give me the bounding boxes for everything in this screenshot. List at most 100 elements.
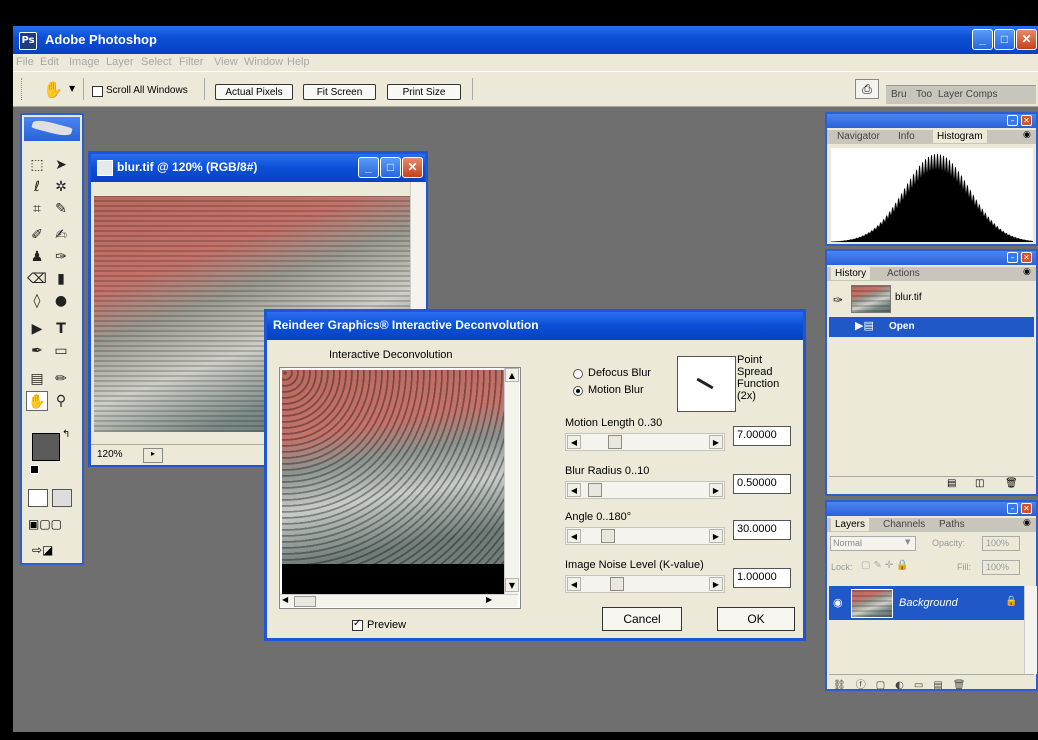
tab-paths[interactable]: Paths: [939, 519, 965, 530]
preview-horizontal-scrollbar[interactable]: ◀ ▶: [280, 594, 518, 607]
minimize-button[interactable]: _: [972, 29, 993, 50]
slider-left-arrow-icon[interactable]: ◀: [567, 483, 581, 497]
panel-menu-icon[interactable]: ◉: [1023, 130, 1031, 140]
toolbox-header[interactable]: [24, 117, 80, 141]
motion-blur-radio[interactable]: [573, 386, 583, 396]
type-tool-icon[interactable]: T: [50, 319, 72, 339]
slider-thumb[interactable]: [601, 529, 615, 543]
history-brush-source-icon[interactable]: ✑: [833, 293, 843, 307]
param-slider[interactable]: ◀ ▶: [565, 433, 725, 451]
param-value-input[interactable]: 7.00000: [733, 426, 791, 446]
document-titlebar[interactable]: blur.tif @ 120% (RGB/8#) _ □ ✕: [91, 154, 425, 182]
blur-tool-icon[interactable]: ◊: [26, 291, 48, 311]
zoom-tool-icon[interactable]: ⚲: [50, 391, 72, 411]
param-slider[interactable]: ◀ ▶: [565, 575, 725, 593]
histogram-panel-titlebar[interactable]: – ✕: [827, 114, 1036, 128]
notes-tool-icon[interactable]: ▤: [26, 369, 48, 389]
trash-icon[interactable]: 🗑: [1005, 478, 1018, 489]
document-minimize-button[interactable]: _: [358, 157, 379, 178]
history-brush-tool-icon[interactable]: ✑: [50, 247, 72, 267]
panel-menu-icon[interactable]: ◉: [1023, 518, 1031, 528]
scroll-up-arrow-icon[interactable]: ▲: [505, 368, 519, 382]
layers-scrollbar[interactable]: [1024, 586, 1037, 674]
clone-stamp-tool-icon[interactable]: ♟: [26, 247, 48, 267]
menu-help[interactable]: Help: [287, 56, 310, 68]
scroll-left-arrow-icon[interactable]: ◀: [282, 595, 288, 604]
slider-left-arrow-icon[interactable]: ◀: [567, 577, 581, 591]
param-value-input[interactable]: 1.00000: [733, 568, 791, 588]
document-close-button[interactable]: ✕: [402, 157, 423, 178]
layers-panel-titlebar[interactable]: – ✕: [827, 502, 1036, 516]
menu-image[interactable]: Image: [69, 56, 100, 68]
brush-tool-icon[interactable]: ✍: [50, 225, 72, 245]
opacity-input[interactable]: 100%: [982, 536, 1020, 551]
path-selection-tool-icon[interactable]: ▶: [26, 319, 48, 339]
history-state-row[interactable]: ▶▤ Open: [829, 317, 1034, 337]
slider-thumb[interactable]: [608, 435, 622, 449]
options-grip[interactable]: [21, 78, 25, 100]
cancel-button[interactable]: Cancel: [602, 607, 682, 631]
panel-close-button[interactable]: ✕: [1021, 252, 1032, 263]
lock-icons[interactable]: ▢✎✛🔒: [861, 560, 912, 571]
healing-brush-tool-icon[interactable]: ✐: [26, 225, 48, 245]
horizontal-scroll-thumb[interactable]: [294, 596, 316, 607]
preview-image[interactable]: [282, 370, 504, 564]
print-size-button[interactable]: Print Size: [387, 84, 461, 100]
app-titlebar[interactable]: Ps Adobe Photoshop _ □ ✕: [13, 26, 1038, 54]
panel-minimize-button[interactable]: –: [1007, 252, 1018, 263]
dialog-titlebar[interactable]: Reindeer Graphics® Interactive Deconvolu…: [267, 312, 803, 340]
panel-close-button[interactable]: ✕: [1021, 115, 1032, 126]
tab-actions[interactable]: Actions: [887, 268, 920, 279]
quick-mask-mode-icon[interactable]: [52, 489, 72, 507]
menu-select[interactable]: Select: [141, 56, 172, 68]
preview-checkbox[interactable]: ✓: [352, 618, 363, 631]
tab-layers[interactable]: Layers: [831, 518, 870, 531]
menu-layer[interactable]: Layer: [106, 56, 134, 68]
panel-menu-icon[interactable]: ◉: [1023, 267, 1031, 277]
fit-screen-button[interactable]: Fit Screen: [303, 84, 376, 100]
fill-input[interactable]: 100%: [982, 560, 1020, 575]
gradient-tool-icon[interactable]: ▮: [50, 269, 72, 289]
foreground-color-swatch[interactable]: [32, 433, 60, 461]
eraser-tool-icon[interactable]: ⌫: [26, 269, 48, 289]
default-colors-icon[interactable]: [30, 465, 39, 474]
new-document-from-state-icon[interactable]: ▤: [947, 478, 956, 489]
document-maximize-button[interactable]: □: [380, 157, 401, 178]
standard-mode-icon[interactable]: [28, 489, 48, 507]
scroll-right-arrow-icon[interactable]: ▶: [486, 595, 492, 604]
param-value-input[interactable]: 30.0000: [733, 520, 791, 540]
close-button[interactable]: ✕: [1016, 29, 1037, 50]
tab-histogram[interactable]: Histogram: [933, 130, 987, 143]
slider-left-arrow-icon[interactable]: ◀: [567, 435, 581, 449]
palette-well-tab-brushes[interactable]: Bru: [891, 89, 907, 100]
lasso-tool-icon[interactable]: ℓ: [26, 177, 48, 197]
param-slider[interactable]: ◀ ▶: [565, 527, 725, 545]
history-panel-titlebar[interactable]: – ✕: [827, 251, 1036, 265]
panel-close-button[interactable]: ✕: [1021, 503, 1032, 514]
marquee-tool-icon[interactable]: ⬚: [26, 155, 48, 175]
param-slider[interactable]: ◀ ▶: [565, 481, 725, 499]
eye-icon[interactable]: ◉: [833, 596, 843, 609]
hand-tool-icon[interactable]: ✋: [26, 391, 48, 411]
panel-minimize-button[interactable]: –: [1007, 503, 1018, 514]
rectangle-tool-icon[interactable]: ▭: [50, 341, 72, 361]
slider-right-arrow-icon[interactable]: ▶: [709, 435, 723, 449]
slider-left-arrow-icon[interactable]: ◀: [567, 529, 581, 543]
param-value-input[interactable]: 0.50000: [733, 474, 791, 494]
defocus-blur-radio[interactable]: [573, 369, 583, 379]
scroll-down-arrow-icon[interactable]: ▼: [505, 578, 519, 592]
document-zoom-level[interactable]: 120%: [97, 449, 123, 460]
ok-button[interactable]: OK: [717, 607, 795, 631]
status-menu-icon[interactable]: ▸: [143, 448, 163, 463]
tab-navigator[interactable]: Navigator: [837, 131, 880, 142]
palette-well-tab-layer-comps[interactable]: Layer Comps: [938, 89, 997, 100]
tab-info[interactable]: Info: [898, 131, 915, 142]
slider-right-arrow-icon[interactable]: ▶: [709, 529, 723, 543]
slice-tool-icon[interactable]: ✎: [50, 199, 72, 219]
new-snapshot-icon[interactable]: ◫: [975, 478, 984, 489]
crop-tool-icon[interactable]: ⌗: [26, 199, 48, 219]
blend-mode-select[interactable]: Normal ▼: [830, 536, 916, 551]
magic-wand-tool-icon[interactable]: ✲: [50, 177, 72, 197]
screen-mode-icons[interactable]: ▣▢▢: [28, 517, 72, 533]
menu-view[interactable]: View: [214, 56, 238, 68]
